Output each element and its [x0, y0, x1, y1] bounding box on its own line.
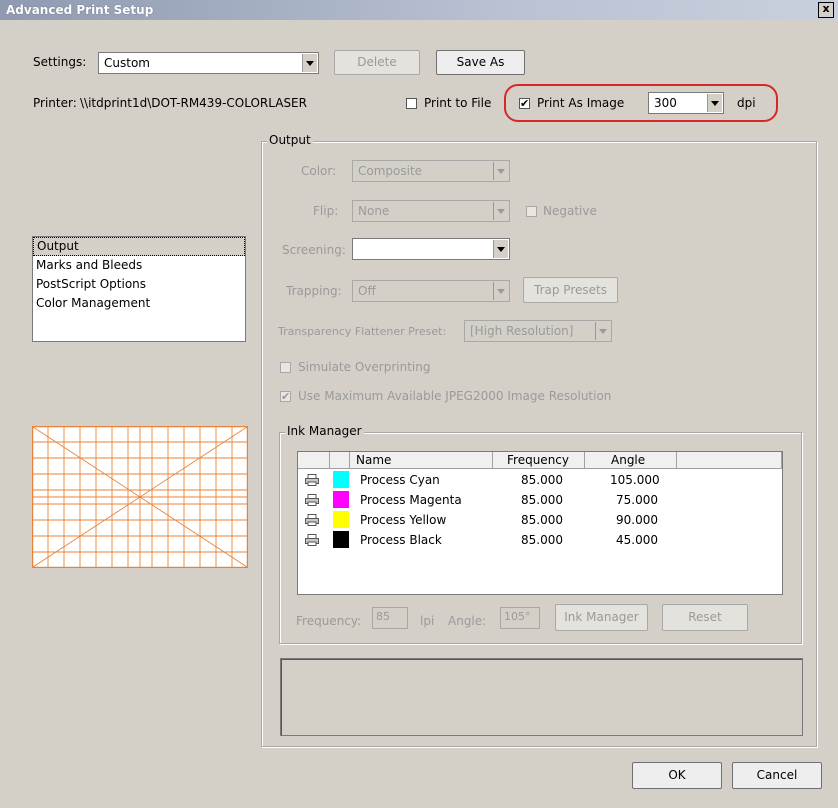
dpi-dropdown[interactable]: 300	[648, 92, 724, 114]
ink-angle: 45.000	[616, 533, 658, 547]
screening-dropdown[interactable]	[352, 238, 510, 260]
list-item[interactable]: Marks and Bleeds	[33, 256, 245, 275]
ink-angle: 90.000	[616, 513, 658, 527]
list-item[interactable]: Output	[33, 237, 245, 256]
ink-table-col-angle[interactable]: Angle	[585, 452, 677, 469]
chevron-down-icon[interactable]	[595, 322, 610, 340]
print-as-image-label[interactable]: Print As Image	[537, 96, 624, 110]
ink-manager-button[interactable]: Ink Manager	[555, 604, 648, 631]
trapping-dropdown[interactable]: Off	[352, 280, 510, 302]
flip-label: Flip:	[313, 204, 339, 218]
chevron-down-icon[interactable]	[493, 202, 508, 220]
printer-icon	[305, 534, 319, 546]
chevron-down-icon[interactable]	[493, 162, 508, 180]
printer-label: Printer:	[33, 96, 77, 110]
ink-table-col-name[interactable]: Name	[350, 452, 493, 469]
ink-table-col-frequency[interactable]: Frequency	[493, 452, 585, 469]
print-as-image-checkbox[interactable]: ✔	[519, 98, 530, 109]
table-row[interactable]: Process Cyan 85.000 105.000	[298, 470, 782, 490]
use-max-jpeg2000-checkbox[interactable]: ✔	[280, 391, 291, 402]
ink-table-col-filler	[677, 452, 782, 469]
printer-icon	[305, 474, 319, 486]
save-as-button[interactable]: Save As	[436, 50, 525, 75]
ok-button[interactable]: OK	[632, 762, 722, 789]
cancel-button[interactable]: Cancel	[732, 762, 822, 789]
description-panel	[280, 658, 803, 736]
color-label: Color:	[301, 164, 337, 178]
chevron-down-icon[interactable]	[493, 282, 508, 300]
title-bar[interactable]: Advanced Print Setup x	[0, 0, 838, 20]
chevron-down-icon[interactable]	[707, 94, 722, 112]
chevron-down-icon[interactable]	[302, 54, 317, 72]
frequency-input[interactable]: 85	[372, 607, 408, 629]
frequency-label: Frequency:	[296, 614, 362, 628]
settings-label: Settings:	[33, 55, 87, 69]
flip-value: None	[358, 204, 390, 218]
lpi-label: lpi	[420, 614, 435, 628]
trapping-label: Trapping:	[286, 284, 342, 298]
color-dropdown[interactable]: Composite	[352, 160, 510, 182]
flattener-dropdown[interactable]: [High Resolution]	[464, 320, 612, 342]
list-item[interactable]: PostScript Options	[33, 275, 245, 294]
category-list[interactable]: Output Marks and Bleeds PostScript Optio…	[32, 236, 246, 342]
ink-swatch-magenta	[333, 491, 349, 508]
flip-dropdown[interactable]: None	[352, 200, 510, 222]
negative-label: Negative	[543, 204, 597, 218]
ink-frequency: 85.000	[521, 513, 563, 527]
ink-swatch-black	[333, 531, 349, 548]
trapping-value: Off	[358, 284, 376, 298]
flattener-label: Transparency Flattener Preset:	[278, 325, 447, 338]
negative-checkbox[interactable]	[526, 206, 537, 217]
ink-name: Process Cyan	[360, 473, 440, 487]
delete-button[interactable]: Delete	[334, 50, 420, 75]
ink-table[interactable]: Name Frequency Angle Process Cyan 85.000…	[297, 451, 783, 595]
ink-name: Process Magenta	[360, 493, 462, 507]
table-row[interactable]: Process Yellow 85.000 90.000	[298, 510, 782, 530]
output-group-title: Output	[267, 133, 313, 147]
ink-frequency: 85.000	[521, 473, 563, 487]
ink-name: Process Yellow	[360, 513, 447, 527]
dpi-unit: dpi	[737, 96, 756, 110]
settings-dropdown[interactable]: Custom	[98, 52, 319, 74]
chevron-down-icon[interactable]	[493, 240, 508, 258]
table-row[interactable]: Process Magenta 85.000 75.000	[298, 490, 782, 510]
window-title: Advanced Print Setup	[6, 3, 154, 17]
reset-button[interactable]: Reset	[662, 604, 748, 631]
advanced-print-setup-dialog: Advanced Print Setup x Settings: Custom …	[0, 0, 838, 808]
ink-swatch-cyan	[333, 471, 349, 488]
screening-label: Screening:	[282, 243, 346, 257]
angle-label: Angle:	[448, 614, 487, 628]
printer-icon	[305, 514, 319, 526]
ink-table-col-icon	[298, 452, 330, 469]
simulate-overprinting-checkbox[interactable]	[280, 362, 291, 373]
simulate-overprinting-label: Simulate Overprinting	[298, 360, 431, 374]
ink-table-col-swatch	[330, 452, 350, 469]
use-max-jpeg2000-label: Use Maximum Available JPEG2000 Image Res…	[298, 389, 612, 403]
ink-angle: 105.000	[610, 473, 660, 487]
list-item[interactable]: Color Management	[33, 294, 245, 313]
table-row[interactable]: Process Black 85.000 45.000	[298, 530, 782, 550]
ink-name: Process Black	[360, 533, 442, 547]
trap-presets-button[interactable]: Trap Presets	[523, 277, 618, 303]
print-to-file-checkbox[interactable]	[406, 98, 417, 109]
color-value: Composite	[358, 164, 423, 178]
ink-frequency: 85.000	[521, 533, 563, 547]
flattener-value: [High Resolution]	[470, 324, 574, 338]
close-button[interactable]: x	[818, 2, 834, 18]
dpi-value: 300	[654, 96, 677, 110]
ink-swatch-yellow	[333, 511, 349, 528]
ink-manager-title: Ink Manager	[285, 424, 364, 438]
print-to-file-label[interactable]: Print to File	[424, 96, 491, 110]
printer-icon	[305, 494, 319, 506]
printer-name: \\itdprint1d\DOT-RM439-COLORLASER	[80, 96, 307, 110]
ink-angle: 75.000	[616, 493, 658, 507]
page-preview	[32, 426, 248, 568]
ink-frequency: 85.000	[521, 493, 563, 507]
angle-input[interactable]: 105°	[500, 607, 540, 629]
settings-value: Custom	[104, 56, 150, 70]
